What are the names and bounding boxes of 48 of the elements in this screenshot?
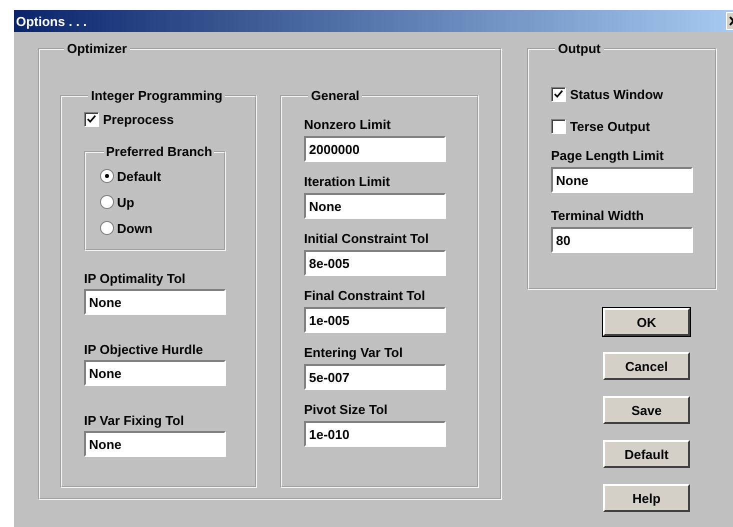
dialog-button[interactable]: OK xyxy=(603,308,690,336)
window-title: Options . . . xyxy=(15,14,87,28)
radio-button[interactable] xyxy=(100,169,114,183)
group-title: Optimizer xyxy=(66,41,128,56)
input-field[interactable]: 1e-010 xyxy=(304,421,446,447)
input-field[interactable]: 2000000 xyxy=(304,136,446,162)
radio-label: Down xyxy=(117,220,152,236)
field-label: Nonzero Limit xyxy=(304,117,392,132)
radio-button[interactable] xyxy=(100,221,114,235)
input-field[interactable]: None xyxy=(84,431,226,457)
input-field[interactable]: None xyxy=(551,167,693,193)
checkbox[interactable] xyxy=(84,112,99,126)
input-field[interactable]: None xyxy=(84,360,226,386)
input-field[interactable]: None xyxy=(304,193,446,219)
field-label: Entering Var Tol xyxy=(304,345,404,360)
dialog-button[interactable]: Default xyxy=(603,440,690,468)
field-label: Final Constraint Tol xyxy=(304,288,426,303)
field-label: Initial Constraint Tol xyxy=(304,231,430,246)
group-title: Integer Programming xyxy=(90,88,224,103)
checkbox[interactable] xyxy=(551,118,566,134)
checkmark-icon xyxy=(553,88,564,100)
field-label: Iteration Limit xyxy=(304,174,391,189)
checkmark-icon xyxy=(86,114,97,124)
checkbox-label: Terse Output xyxy=(570,118,650,134)
input-field[interactable]: None xyxy=(84,289,226,315)
radio-label: Default xyxy=(117,168,162,184)
field-label: Page Length Limit xyxy=(551,148,665,163)
field-label: IP Var Fixing Tol xyxy=(84,413,185,428)
field-label: Pivot Size Tol xyxy=(304,402,389,417)
radio-button[interactable] xyxy=(100,195,114,209)
input-field[interactable]: 1e-005 xyxy=(304,307,446,333)
checkbox-label: Preprocess xyxy=(103,112,174,126)
group-title: Preferred Branch xyxy=(105,144,214,159)
field-label: IP Objective Hurdle xyxy=(84,342,204,357)
dialog-button[interactable]: Help xyxy=(603,484,690,512)
dialog-button[interactable]: Save xyxy=(603,396,690,424)
dialog-button[interactable]: Cancel xyxy=(603,352,690,380)
field-label: Terminal Width xyxy=(551,208,645,223)
field-label: IP Optimality Tol xyxy=(84,271,186,286)
radio-label: Up xyxy=(117,194,134,210)
input-field[interactable]: 8e-005 xyxy=(304,250,446,276)
group-title: General xyxy=(310,88,360,103)
input-field[interactable]: 80 xyxy=(551,227,693,253)
input-field[interactable]: 5e-007 xyxy=(304,364,446,390)
checkbox-label: Status Window xyxy=(570,86,664,102)
checkbox[interactable] xyxy=(551,86,566,102)
group-title: Output xyxy=(557,41,602,56)
close-icon[interactable] xyxy=(726,12,733,30)
